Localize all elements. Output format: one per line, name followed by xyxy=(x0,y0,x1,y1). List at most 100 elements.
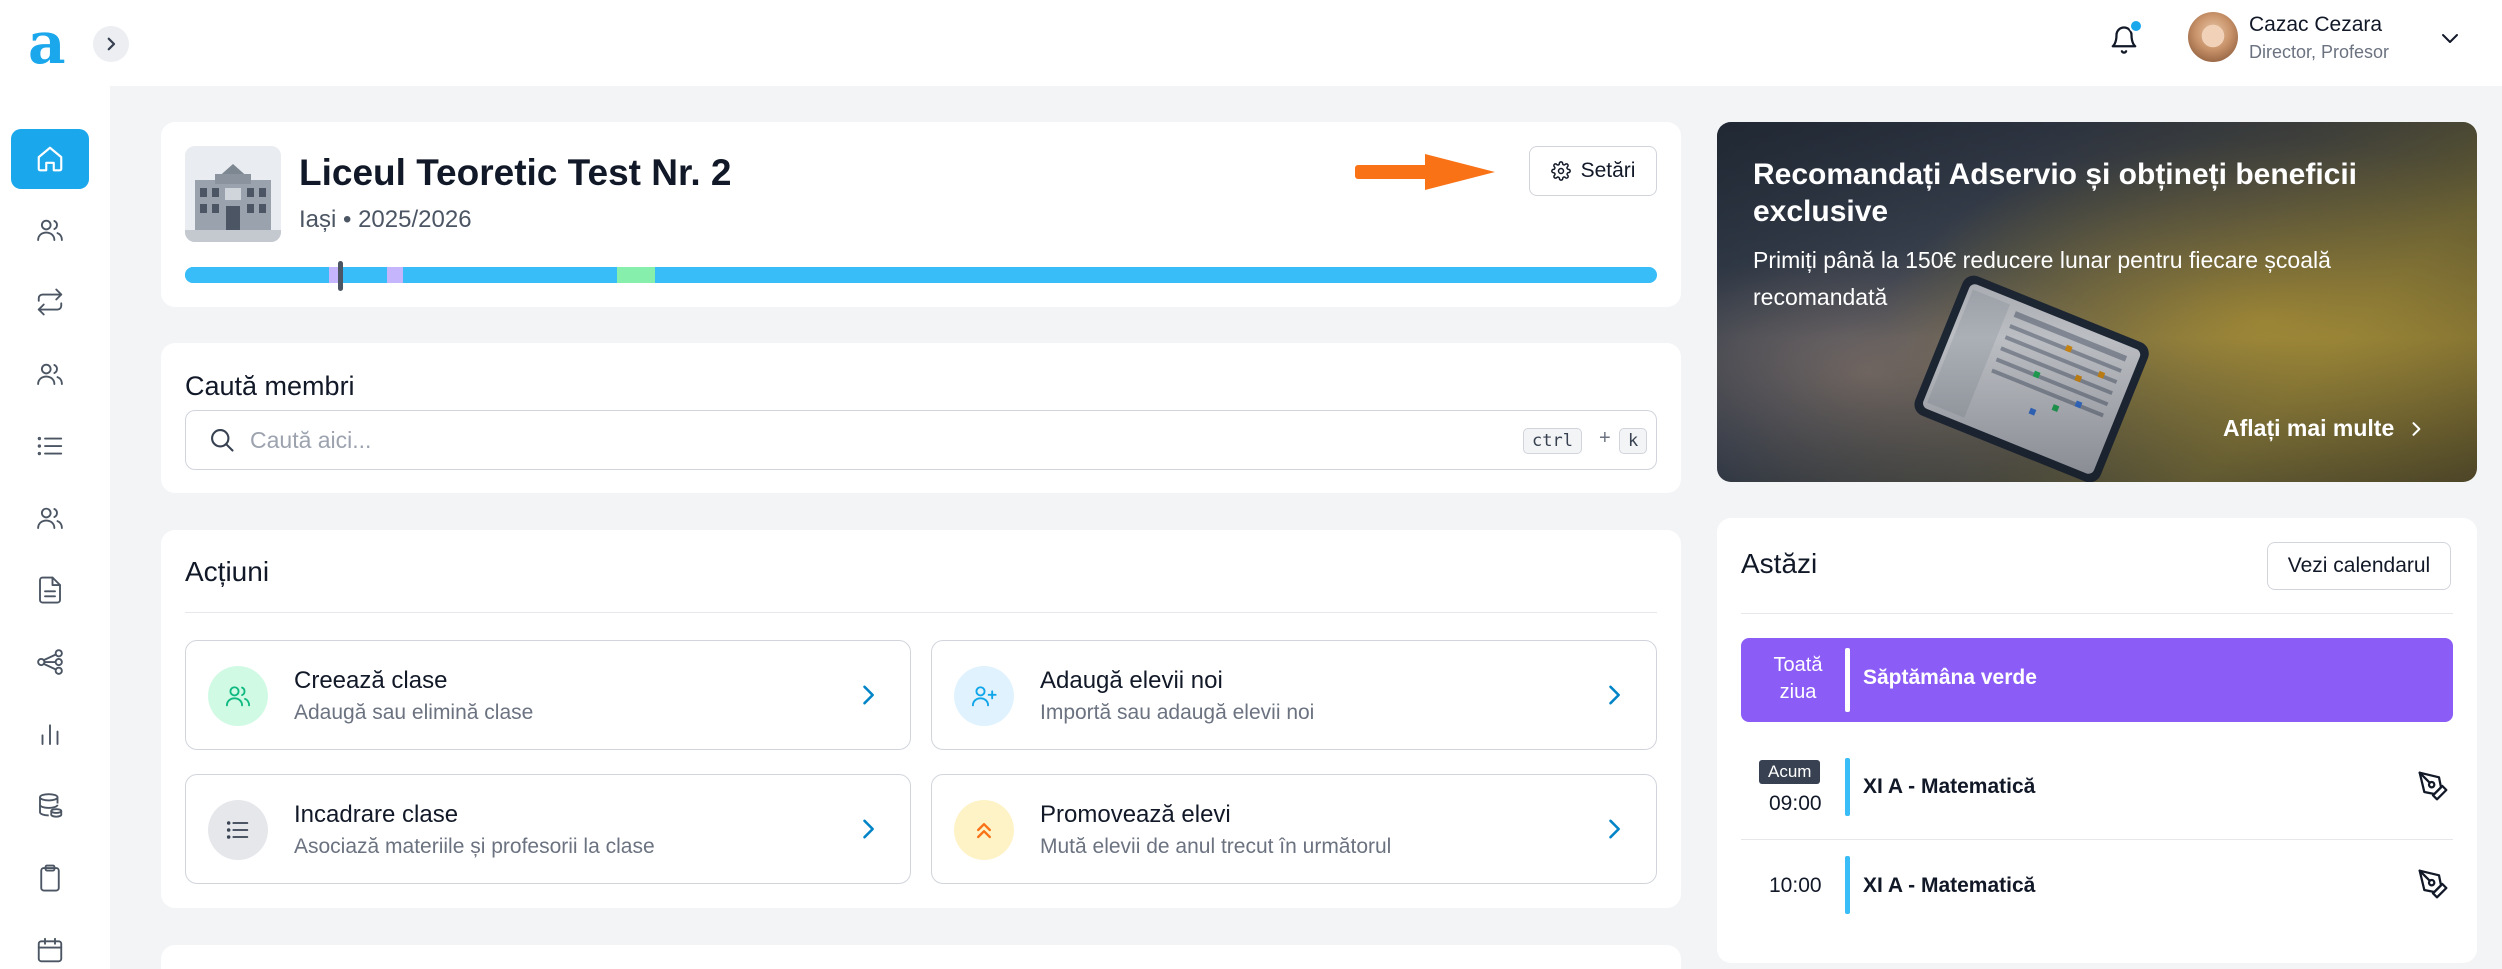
search-icon xyxy=(211,429,234,452)
sidebar-item-hierarchy[interactable] xyxy=(11,632,89,692)
chart-icon xyxy=(41,724,59,745)
search-input[interactable] xyxy=(250,423,1450,457)
progress-today-marker xyxy=(338,261,343,291)
transfer-icon xyxy=(37,288,63,316)
action-description: Asociază materiile și profesorii la clas… xyxy=(294,835,655,858)
learn-more-link[interactable]: Aflați mai multe xyxy=(2223,415,2426,442)
event-name: XI A - Matematică xyxy=(1863,874,2036,897)
school-title: Liceul Teoretic Test Nr. 2 xyxy=(299,152,732,193)
share-icon xyxy=(37,649,63,675)
event-time: 09:00 xyxy=(1769,792,1822,815)
school-year-progress[interactable] xyxy=(185,261,1657,291)
event-name: XI A - Matematică xyxy=(1863,775,2036,798)
sidebar-item-students[interactable] xyxy=(11,488,89,548)
sidebar-item-groups[interactable] xyxy=(11,344,89,404)
search-box[interactable]: ctrl + k xyxy=(185,410,1657,470)
clipboard-icon xyxy=(40,864,60,892)
chevron-right-icon xyxy=(1609,819,1620,839)
gear-icon xyxy=(1550,161,1571,181)
chevron-right-icon xyxy=(2412,421,2421,436)
action-title: Incadrare clase xyxy=(294,801,459,828)
referral-promo-banner[interactable]: Recomandați Adservio și obțineți benefic… xyxy=(1717,122,2477,482)
top-bar: a Cazac Cezara Director, Profesor xyxy=(0,0,2502,86)
double-chevron-up-icon xyxy=(954,800,1014,860)
arrow-right-icon xyxy=(1355,154,1495,190)
action-assign-classes[interactable]: Incadrare clase Asociază materiile și pr… xyxy=(185,774,911,884)
app-logo[interactable]: a xyxy=(28,14,66,72)
expand-sidebar-button[interactable] xyxy=(93,26,129,62)
school-building-image xyxy=(185,146,281,242)
today-title: Astăzi xyxy=(1741,548,1818,579)
user-name: Cazac Cezara xyxy=(2249,13,2383,36)
next-card xyxy=(161,945,1681,969)
event-time: 10:00 xyxy=(1769,874,1822,897)
search-title: Caută membri xyxy=(185,371,355,401)
students-icon xyxy=(37,507,63,529)
sidebar-item-clipboard[interactable] xyxy=(11,848,89,908)
allday-event[interactable]: Toată ziua Săptămâna verde xyxy=(1741,638,2453,722)
sidebar-item-users[interactable] xyxy=(11,200,89,260)
schedule-event[interactable]: Acum 09:00 XI A - Matematică xyxy=(1741,740,2453,840)
sidebar-item-calendar[interactable] xyxy=(11,920,89,969)
chevron-right-icon xyxy=(863,685,874,705)
pen-icon[interactable] xyxy=(2417,770,2449,802)
users-icon xyxy=(37,219,63,241)
school-location-year: Iași • 2025/2026 xyxy=(299,206,472,233)
chevron-right-icon xyxy=(107,37,116,51)
progress-segment-holiday xyxy=(387,267,403,283)
event-bar xyxy=(1845,856,1850,914)
user-plus-icon xyxy=(954,666,1014,726)
action-title: Creează clase xyxy=(294,667,448,694)
sidebar-item-lists[interactable] xyxy=(11,416,89,476)
notification-dot xyxy=(2129,19,2143,33)
settings-button[interactable]: Setări xyxy=(1529,146,1657,196)
database-icon xyxy=(39,793,63,818)
pen-icon[interactable] xyxy=(2417,868,2449,900)
progress-segment-green-week xyxy=(617,267,655,283)
sidebar-item-documents[interactable] xyxy=(11,560,89,620)
action-title: Adaugă elevii noi xyxy=(1040,667,1223,694)
user-role: Director, Profesor xyxy=(2249,42,2390,62)
sidebar-item-reports[interactable] xyxy=(11,704,89,764)
chevron-down-icon[interactable] xyxy=(2438,26,2462,50)
promo-title: Recomandați Adservio și obțineți benefic… xyxy=(1753,158,2358,228)
home-icon xyxy=(37,146,63,172)
allday-label: Toată ziua xyxy=(1773,654,1823,703)
action-description: Adaugă sau elimină clase xyxy=(294,701,534,724)
action-add-students[interactable]: Adaugă elevii noi Importă sau adaugă ele… xyxy=(931,640,1657,750)
event-bar xyxy=(1845,758,1850,816)
action-promote-students[interactable]: Promovează elevi Mută elevii de anul tre… xyxy=(931,774,1657,884)
document-icon xyxy=(39,576,61,604)
group-icon xyxy=(37,363,63,385)
chevron-right-icon xyxy=(863,819,874,839)
shortcut-key-ctrl: ctrl xyxy=(1523,428,1582,454)
action-description: Importă sau adaugă elevii noi xyxy=(1040,701,1315,724)
today-card: Astăzi Vezi calendarul Toată ziua Săptăm… xyxy=(1717,518,2477,963)
users-icon xyxy=(208,666,268,726)
search-card: Caută membri ctrl + k xyxy=(161,343,1681,493)
calendar-icon xyxy=(37,937,63,963)
sidebar-item-home[interactable] xyxy=(11,129,89,189)
divider xyxy=(185,612,1657,613)
chevron-right-icon xyxy=(1609,685,1620,705)
avatar[interactable] xyxy=(2188,12,2238,62)
action-create-classes[interactable]: Creează clase Adaugă sau elimină clase xyxy=(185,640,911,750)
divider xyxy=(1741,613,2453,614)
sidebar-item-database[interactable] xyxy=(11,776,89,836)
learn-more-label: Aflați mai multe xyxy=(2223,415,2395,441)
view-calendar-button[interactable]: Vezi calendarul xyxy=(2267,542,2451,590)
promo-text: Primiți până la 150€ reducere lunar pent… xyxy=(1753,247,2331,310)
shortcut-plus: + xyxy=(1599,427,1611,449)
action-title: Promovează elevi xyxy=(1040,801,1231,828)
now-badge: Acum xyxy=(1759,760,1821,784)
school-card: Liceul Teoretic Test Nr. 2 Iași • 2025/2… xyxy=(161,122,1681,307)
sidebar xyxy=(0,86,110,969)
sidebar-item-transfers[interactable] xyxy=(11,272,89,332)
event-bar xyxy=(1845,648,1850,712)
actions-title: Acțiuni xyxy=(185,556,270,587)
schedule-event[interactable]: 10:00 XI A - Matematică xyxy=(1741,840,2453,940)
actions-card: Acțiuni Creează clase Adaugă sau elimină… xyxy=(161,530,1681,908)
list-icon xyxy=(208,800,268,860)
list-icon xyxy=(37,436,63,456)
allday-event-name: Săptămâna verde xyxy=(1863,666,2037,689)
